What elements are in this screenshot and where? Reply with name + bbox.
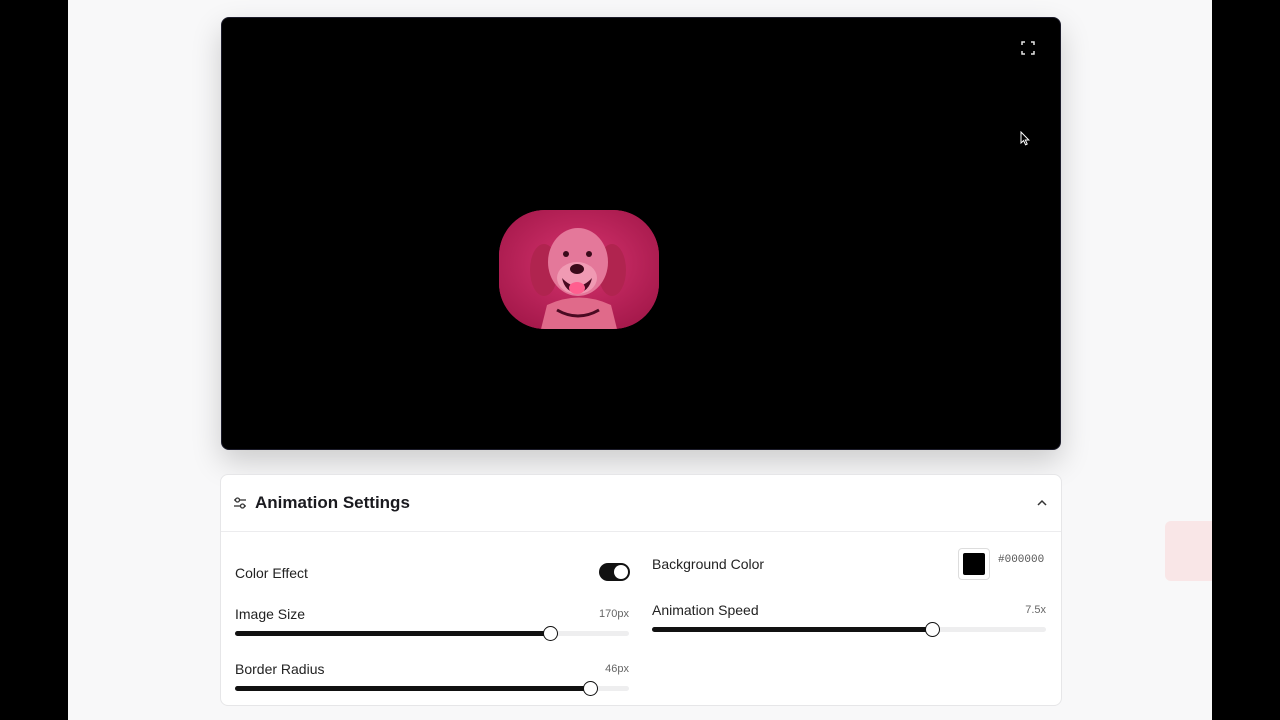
border-radius-slider-thumb[interactable] — [582, 681, 598, 696]
animation-settings-panel: Animation Settings Color Effect Backgrou… — [220, 474, 1062, 706]
animation-preview — [221, 17, 1061, 450]
chevron-up-icon[interactable] — [1035, 496, 1049, 510]
slider-fill — [235, 631, 551, 636]
fullscreen-icon[interactable] — [1020, 40, 1036, 56]
image-size-slider-thumb[interactable] — [543, 626, 559, 641]
border-radius-value: 46px — [605, 663, 629, 675]
image-size-value: 170px — [599, 608, 629, 620]
animation-speed-value: 7.5x — [1025, 604, 1046, 616]
border-radius-label: Border Radius — [235, 661, 325, 677]
animation-speed-label: Animation Speed — [652, 602, 759, 618]
animation-speed-slider[interactable] — [652, 622, 1046, 637]
decorative-square — [1165, 521, 1212, 581]
sliders-icon — [233, 496, 247, 510]
slider-fill — [235, 686, 590, 691]
background-color-label: Background Color — [652, 556, 765, 572]
page-background: Animation Settings Color Effect Backgrou… — [68, 0, 1212, 720]
toggle-knob — [614, 565, 628, 579]
background-color-hex: #000000 — [998, 554, 1045, 566]
background-color-swatch[interactable] — [958, 548, 990, 580]
settings-header[interactable]: Animation Settings — [221, 475, 1061, 532]
slider-fill — [652, 627, 932, 632]
color-effect-toggle[interactable] — [599, 563, 630, 581]
animation-speed-slider-thumb[interactable] — [924, 622, 940, 637]
settings-title: Animation Settings — [255, 493, 410, 512]
dog-image — [499, 210, 659, 329]
mouse-cursor-icon — [1020, 130, 1030, 146]
color-swatch-fill — [963, 553, 985, 575]
color-effect-label: Color Effect — [235, 565, 308, 581]
image-size-label: Image Size — [235, 606, 306, 622]
border-radius-slider[interactable] — [235, 681, 629, 696]
image-size-slider[interactable] — [235, 626, 629, 641]
